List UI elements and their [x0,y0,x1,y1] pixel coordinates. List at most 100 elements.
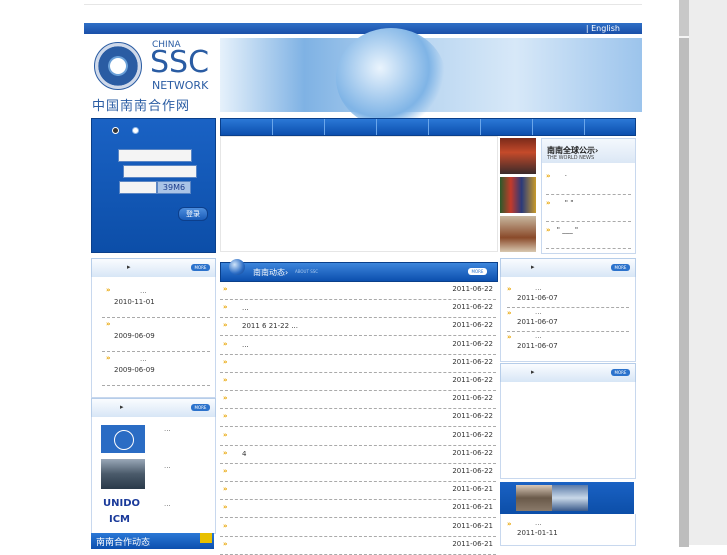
world-news-item[interactable]: » " ___ " [546,226,631,249]
row-date: 2011-06-21 [452,539,493,548]
list-item-date: 2009-06-09 [114,332,155,340]
world-news-photos [500,138,536,252]
news-photo-3[interactable] [500,216,536,252]
table-row[interactable]: » 2011-06-22 [220,354,496,373]
center-more-button[interactable]: MORE [468,268,487,275]
left-news-body: » ... 2010-11-01 » 2009-06-09 » ... 2009… [91,277,216,398]
center-news-title[interactable]: 南南动态› [253,267,288,278]
bullet-arrow-icon: » [223,303,228,312]
world-news-header: 南南全球公示› THE WORLD NEWS [542,139,635,163]
partner-text[interactable]: ... [164,425,171,433]
list-item-title: ... [535,308,542,316]
banner-photo-2[interactable] [552,485,588,511]
left-news-more-button[interactable]: MORE [191,264,210,271]
news-photo-1[interactable] [500,138,536,174]
unido-icm-logo[interactable]: UNIDO ICM [101,496,145,530]
ssc-news-bar[interactable]: 南南合作动态 [91,533,214,549]
list-item-date: 2010-11-01 [114,298,155,306]
table-row[interactable]: » 2011-06-22 [220,281,496,300]
table-row[interactable]: » 2011-06-21 [220,499,496,519]
site-logo[interactable]: CHINA SSC NETWORK 中国南南合作网 [90,36,218,114]
table-row[interactable]: »... 2011-06-22 [220,299,496,319]
nav-item-2[interactable] [273,119,325,135]
list-item-title: ... [535,519,542,527]
window-scrollbar[interactable] [679,0,727,547]
list-item[interactable]: » 2009-06-09 [102,317,210,352]
nav-item-6[interactable] [481,119,533,135]
scrollbar-gutter [689,0,727,545]
globe-icon [229,259,245,275]
row-date: 2011-06-21 [452,521,493,530]
list-item[interactable]: » ... 2011-01-11 [507,518,629,542]
table-row[interactable]: » 2011-06-21 [220,518,496,537]
captcha-image[interactable]: 39M6 [157,181,191,194]
partner-text[interactable]: ... [164,462,171,470]
triangle-icon: ▸ [120,403,124,411]
triangle-icon: ▸ [531,368,535,376]
partner-photo[interactable] [101,459,145,489]
world-news-item[interactable]: » · [546,172,631,195]
table-row[interactable]: » 2011 6 21-22 ... 2011-06-22 [220,317,496,337]
list-item-date: 2011-06-07 [517,318,558,326]
un-emblem-icon [114,430,134,450]
username-input[interactable] [118,149,192,162]
bullet-arrow-icon: » [546,199,551,207]
table-row[interactable]: » 2011-06-22 [220,408,496,428]
nav-item-1[interactable] [221,119,273,135]
right-news-more-button[interactable]: MORE [611,264,630,271]
row-date: 2011-06-22 [452,321,493,330]
bullet-arrow-icon: » [223,485,228,494]
list-item[interactable]: » ... 2010-11-01 [102,283,210,318]
un-logo[interactable] [101,425,145,453]
english-link[interactable]: | English [586,23,620,34]
table-row[interactable]: » 4 2011-06-22 [220,445,496,464]
site-header: CHINA SSC NETWORK 中国南南合作网 [84,28,642,128]
list-item[interactable]: » ... 2011-06-07 [507,307,629,332]
right-panel2-more-button[interactable]: MORE [611,369,630,376]
row-date: 2011-06-22 [452,467,493,475]
banner-photo-1[interactable] [516,485,552,511]
nav-item-7[interactable] [533,119,585,135]
unido-label: UNIDO [103,498,141,509]
bullet-arrow-icon: » [223,521,228,530]
table-row[interactable]: »... 2011-06-22 [220,336,496,355]
table-row[interactable]: » 2011-06-22 [220,463,496,482]
bullet-arrow-icon: » [223,339,228,348]
login-button[interactable]: 登录 [178,207,208,221]
list-item-date: 2009-06-09 [114,366,155,374]
world-news-item[interactable]: » " " [546,199,631,222]
list-item[interactable]: » ... 2009-06-09 [102,351,210,386]
bullet-arrow-icon: » [106,286,111,294]
bullet-arrow-icon: » [223,376,228,384]
scrollbar-thumb[interactable] [679,36,689,547]
login-type-radio-2[interactable] [132,127,139,134]
list-item-date: 2011-06-07 [517,294,558,302]
partner-text[interactable]: ... [164,500,171,508]
nav-item-4[interactable] [377,119,429,135]
nav-item-3[interactable] [325,119,377,135]
triangle-icon: ▸ [531,263,535,271]
partners-more-button[interactable]: MORE [191,404,210,411]
row-title: ... [242,340,249,349]
row-date: 2011-06-22 [452,285,493,293]
list-item[interactable]: » ... 2011-06-07 [507,283,629,308]
password-input[interactable] [123,165,197,178]
table-row[interactable]: » 2011-06-21 [220,536,496,555]
login-type-radio-1[interactable] [112,127,119,134]
nav-item-5[interactable] [429,119,481,135]
left-news-header: ▸ MORE [91,258,216,278]
logo-network-text: NETWORK [152,79,209,92]
table-row[interactable]: » 2011-06-22 [220,390,496,410]
table-row[interactable]: » 2011-06-22 [220,427,496,446]
captcha-input[interactable] [119,181,157,194]
row-date: 2011-06-22 [452,412,493,421]
list-item-title: ... [535,284,542,292]
world-news-subtitle: THE WORLD NEWS [547,155,595,161]
table-row[interactable]: » 2011-06-22 [220,372,496,391]
bullet-arrow-icon: » [507,309,512,317]
row-title: ... [242,304,249,313]
list-item[interactable]: » ... 2011-06-07 [507,331,629,355]
table-row[interactable]: » 2011-06-21 [220,481,496,501]
news-photo-2[interactable] [500,177,536,213]
list-item-date: 2011-06-07 [517,342,558,350]
